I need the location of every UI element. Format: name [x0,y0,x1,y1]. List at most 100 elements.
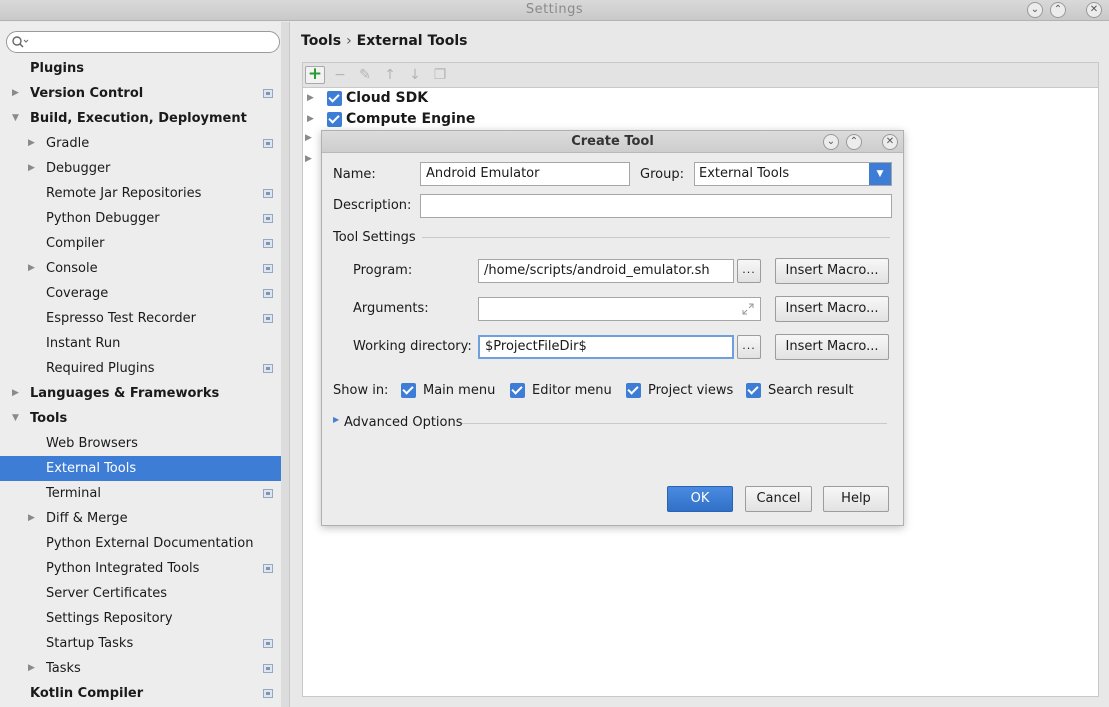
program-browse-button[interactable]: ... [737,259,761,283]
breadcrumb: Tools › External Tools [301,33,468,49]
sidebar-item[interactable]: Coverage [0,281,289,306]
copy-icon[interactable]: ❐ [430,66,450,84]
sidebar-item-label: Required Plugins [46,361,155,376]
sidebar-item[interactable]: Terminal [0,481,289,506]
advanced-options-toggle[interactable]: Advanced Options [344,415,463,430]
project-scope-icon [263,639,273,648]
sidebar-item[interactable]: Settings Repository [0,606,289,631]
sidebar-item[interactable]: ▶ Version Control [0,81,289,106]
expand-arrow-icon[interactable]: ▶ [12,381,24,406]
ok-button[interactable]: OK [667,486,733,512]
help-button[interactable]: Help [823,486,889,512]
sidebar-item[interactable]: Web Browsers [0,431,289,456]
move-down-icon[interactable]: ↓ [405,66,425,84]
show-in-label: Show in: [333,383,389,398]
sidebar-item[interactable]: Required Plugins [0,356,289,381]
search-input[interactable] [6,31,280,53]
group-select[interactable]: External Tools ▼ [694,162,892,186]
project-scope-icon [263,689,273,698]
expand-arrow-icon[interactable]: ▶ [28,656,40,681]
working-directory-field[interactable]: $ProjectFileDir$ [478,335,734,359]
sidebar-item-label: External Tools [46,461,137,476]
sidebar-item[interactable]: ▶ Debugger [0,156,289,181]
sidebar-item[interactable]: Espresso Test Recorder [0,306,289,331]
create-tool-dialog: Create Tool ⌄ ⌃ ✕ Name: Android Emulator… [321,130,904,526]
sidebar-item[interactable]: ▶ Tasks [0,656,289,681]
expand-arrow-icon[interactable]: ▶ [305,133,312,143]
sidebar-item-label: Instant Run [46,336,121,351]
show-in-search-result-checkbox[interactable]: Search result [746,382,856,400]
arguments-field[interactable] [478,297,761,321]
expand-icon[interactable] [741,302,755,316]
sidebar-item[interactable]: Python Debugger [0,206,289,231]
expand-arrow-icon[interactable]: ▶ [305,154,312,164]
chevron-down-icon[interactable]: ▼ [869,163,891,185]
minimize-icon[interactable]: ⌄ [1027,2,1043,18]
description-field[interactable] [420,194,892,218]
project-scope-icon [263,489,273,498]
sidebar-item[interactable]: Compiler [0,231,289,256]
sidebar-item[interactable]: ▶ Languages & Frameworks [0,381,289,406]
close-icon[interactable]: ✕ [1086,2,1102,18]
sidebar-item[interactable]: Instant Run [0,331,289,356]
show-in-project-views-checkbox[interactable]: Project views [626,382,736,400]
checkbox-checked-icon[interactable] [401,383,416,398]
add-icon[interactable]: + [305,66,325,84]
checkbox-checked-icon[interactable] [746,383,761,398]
expand-arrow-icon[interactable]: ▶ [28,156,40,181]
expand-arrow-icon[interactable]: ▶ [12,81,24,106]
advanced-expand-icon[interactable]: ▶ [333,415,339,424]
close-icon[interactable]: ✕ [882,134,898,150]
sidebar-item-label: Diff & Merge [46,511,128,526]
sidebar-item[interactable]: ▶ Console [0,256,289,281]
program-label: Program: [353,263,413,278]
arguments-insert-macro-button[interactable]: Insert Macro... [775,296,889,322]
working-directory-browse-button[interactable]: ... [737,335,761,359]
expand-arrow-icon[interactable]: ▶ [307,109,314,130]
sidebar-item[interactable]: Python Integrated Tools [0,556,289,581]
move-up-icon[interactable]: ↑ [380,66,400,84]
maximize-icon[interactable]: ⌃ [846,134,862,150]
sidebar-item[interactable]: Plugins [0,56,289,81]
name-field[interactable]: Android Emulator [420,162,630,186]
sidebar-item[interactable]: ▼ Build, Execution, Deployment [0,106,289,131]
search-icon [12,36,29,48]
expand-arrow-icon[interactable]: ▶ [28,506,40,531]
program-insert-macro-button[interactable]: Insert Macro... [775,258,889,284]
sidebar-item-label: Web Browsers [46,436,138,451]
sidebar-item[interactable]: ▶ Diff & Merge [0,506,289,531]
tool-group-checkbox[interactable] [327,91,342,106]
arguments-label: Arguments: [353,301,429,316]
collapse-arrow-icon[interactable]: ▼ [12,106,24,131]
tool-group-name: Compute Engine [346,111,476,127]
tool-group-name: Cloud SDK [346,90,429,106]
sidebar-item[interactable]: Remote Jar Repositories [0,181,289,206]
sidebar-item[interactable]: ▼ Tools [0,406,289,431]
working-directory-insert-macro-button[interactable]: Insert Macro... [775,334,889,360]
checkbox-checked-icon[interactable] [510,383,525,398]
project-scope-icon [263,139,273,148]
sidebar-item[interactable]: Kotlin Compiler [0,681,289,706]
expand-arrow-icon[interactable]: ▶ [28,256,40,281]
expand-arrow-icon[interactable]: ▶ [307,88,314,109]
sidebar-item[interactable]: Python External Documentation [0,531,289,556]
sidebar-item-label: Tasks [46,661,81,676]
breadcrumb-parent[interactable]: Tools [301,33,341,49]
sidebar-item[interactable]: Server Certificates [0,581,289,606]
cancel-button[interactable]: Cancel [745,486,812,512]
tool-group-checkbox[interactable] [327,112,342,127]
remove-icon[interactable]: − [330,66,350,84]
show-in-editor-menu-checkbox[interactable]: Editor menu [510,382,615,400]
sidebar-item[interactable]: ▶ Gradle [0,131,289,156]
program-field[interactable]: /home/scripts/android_emulator.sh [478,259,734,283]
sidebar-scrollbar[interactable] [281,22,289,707]
sidebar-item[interactable]: Startup Tasks [0,631,289,656]
edit-icon[interactable]: ✎ [355,66,375,84]
collapse-arrow-icon[interactable]: ▼ [12,406,24,431]
minimize-icon[interactable]: ⌄ [823,134,839,150]
sidebar-item[interactable]: External Tools [0,456,289,481]
checkbox-checked-icon[interactable] [626,383,641,398]
maximize-icon[interactable]: ⌃ [1050,2,1066,18]
expand-arrow-icon[interactable]: ▶ [28,131,40,156]
show-in-main-menu-checkbox[interactable]: Main menu [401,382,501,400]
